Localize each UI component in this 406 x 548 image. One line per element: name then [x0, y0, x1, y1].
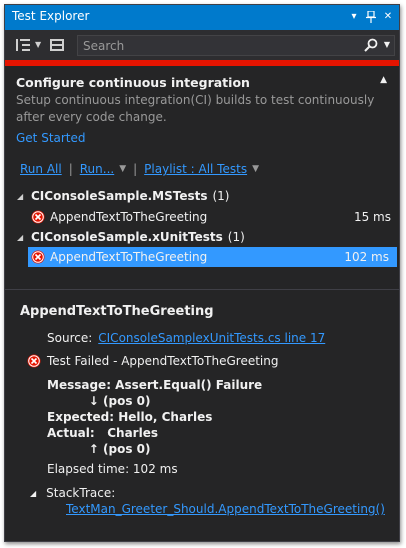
run-toolbar: Run All | Run... ▼ | Playlist : All Test… — [20, 161, 259, 177]
expand-icon[interactable]: ◢ — [17, 233, 23, 242]
search-icon[interactable] — [364, 38, 378, 52]
run-link[interactable]: Run... — [80, 162, 114, 176]
group-by-icon[interactable] — [15, 37, 31, 53]
group-by-dropdown-icon[interactable]: ▼ — [35, 37, 41, 53]
pin-icon[interactable] — [364, 10, 378, 24]
failed-text: Test Failed - AppendTextToTheGreeting — [47, 354, 279, 368]
run-all-link[interactable]: Run All — [20, 162, 62, 176]
message-line: ↑ (pos 0) — [47, 442, 151, 456]
toolbar: ▼ ▼ — [5, 30, 399, 60]
test-group-xunittests[interactable]: ◢ CIConsoleSample.xUnitTests (1) — [5, 227, 399, 247]
group-count: (1) — [212, 189, 230, 203]
stacktrace-label: StackTrace: — [46, 486, 116, 500]
test-name: AppendTextToTheGreeting — [50, 250, 208, 264]
failed-icon — [31, 210, 45, 224]
separator: | — [133, 162, 138, 176]
test-status-bar — [5, 60, 399, 66]
group-name: CIConsoleSample.xUnitTests — [31, 230, 223, 244]
source-link[interactable]: CIConsoleSamplexUnitTests.cs line 17 — [98, 331, 325, 345]
actual-line: Actual: Charles — [47, 426, 158, 440]
close-icon[interactable]: ✕ — [381, 10, 395, 24]
search-input[interactable] — [78, 36, 368, 55]
expected-line: Expected: Hello, Charles — [47, 410, 213, 424]
test-duration: 102 ms — [344, 250, 389, 264]
title-bar[interactable]: Test Explorer ▾ ✕ — [5, 5, 399, 30]
test-explorer-window: Test Explorer ▾ ✕ ▼ ▼ Configure continuo… — [4, 4, 400, 542]
run-dropdown-icon[interactable]: ▼ — [119, 164, 126, 174]
search-options-dropdown-icon[interactable]: ▼ — [384, 38, 390, 52]
stacktrace-header[interactable]: ◢ StackTrace: — [30, 486, 115, 500]
group-name: CIConsoleSample.MSTests — [31, 189, 208, 203]
expand-icon[interactable]: ◢ — [17, 192, 23, 201]
test-row[interactable]: AppendTextToTheGreeting 15 ms — [5, 207, 399, 227]
playlist-icon[interactable] — [49, 37, 65, 53]
elapsed-time: Elapsed time: 102 ms — [47, 462, 178, 476]
message-line: ↓ (pos 0) — [47, 394, 151, 408]
dropdown-icon[interactable]: ▾ — [347, 10, 361, 24]
test-duration: 15 ms — [353, 210, 391, 224]
test-row-selected[interactable]: AppendTextToTheGreeting 102 ms — [28, 247, 397, 267]
test-group-mstests[interactable]: ◢ CIConsoleSample.MSTests (1) — [5, 186, 399, 206]
detail-status: Test Failed - AppendTextToTheGreeting — [27, 353, 279, 369]
window-title: Test Explorer — [12, 9, 90, 23]
failed-icon — [27, 354, 41, 368]
playlist-link[interactable]: Playlist : All Tests — [144, 162, 247, 176]
collapse-icon[interactable]: ▲ — [380, 75, 387, 85]
separator: | — [68, 162, 73, 176]
ci-description: Setup continuous integration(CI) builds … — [16, 93, 375, 124]
detail-title: AppendTextToTheGreeting — [20, 304, 214, 319]
get-started-link[interactable]: Get Started — [16, 131, 86, 145]
test-name: AppendTextToTheGreeting — [50, 210, 208, 224]
stacktrace-link[interactable]: TextMan_Greeter_Should.AppendTextToTheGr… — [66, 502, 385, 516]
expand-icon[interactable]: ◢ — [30, 489, 36, 498]
source-label: Source: — [47, 331, 93, 345]
failed-icon — [31, 250, 45, 264]
detail-source: Source: CIConsoleSamplexUnitTests.cs line… — [47, 331, 325, 345]
ci-title: Configure continuous integration — [16, 75, 250, 90]
search-box: ▼ — [77, 35, 395, 56]
playlist-dropdown-icon[interactable]: ▼ — [252, 164, 259, 174]
splitter[interactable] — [5, 289, 399, 290]
group-count: (1) — [227, 230, 245, 244]
message-line: Message: Assert.Equal() Failure — [47, 378, 263, 392]
